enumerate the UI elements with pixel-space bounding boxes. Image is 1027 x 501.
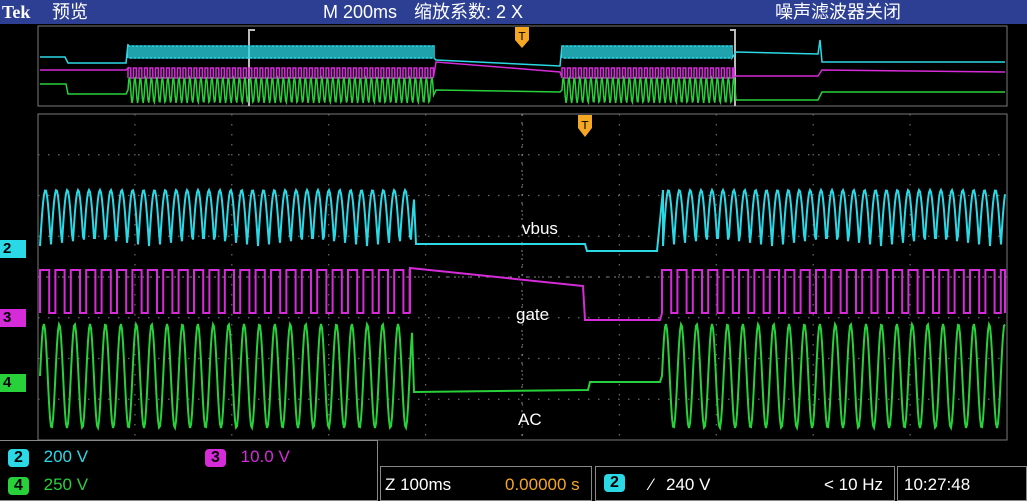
trigger-slope-icon: ⁄ (650, 475, 653, 494)
channel-4-marker[interactable]: 4 (0, 374, 26, 392)
channel-3-scale[interactable]: 3 10.0 V (205, 447, 290, 467)
clock-readout: 10:27:48 (904, 475, 971, 494)
trigger-source-chip: 2 (604, 474, 625, 492)
channel-4-scale[interactable]: 4 250 V (8, 475, 88, 495)
trigger-level-readout: 240 V (666, 475, 711, 494)
vbus-label: vbus (522, 219, 558, 238)
channel-2-marker[interactable]: 2 (0, 240, 26, 258)
trigger-marker-overview: T (515, 27, 529, 48)
clock-panel: 10:27:48 (897, 466, 1027, 501)
zoom-time-readout: Z 100ms (385, 475, 452, 494)
overview-waveforms (40, 39, 1006, 106)
trigger-panel[interactable]: 2 ⁄ 240 V < 10 Hz (595, 466, 895, 501)
channel-2-scale[interactable]: 2 200 V (8, 447, 88, 467)
gate-label: gate (516, 305, 550, 324)
frequency-readout: < 10 Hz (824, 475, 884, 494)
svg-text:T: T (581, 119, 589, 132)
trigger-marker-main: T (578, 115, 592, 137)
delay-readout: 0.00000 s (505, 475, 580, 494)
svg-text:T: T (518, 30, 526, 43)
ac-overview-trace (40, 74, 1005, 106)
channel-scale-panel: 2 200 V 3 10.0 V 4 250 V (0, 440, 378, 501)
zoom-delay-panel[interactable]: Z 100ms 0.00000 s (380, 466, 592, 501)
channel-3-marker[interactable]: 3 (0, 309, 26, 327)
waveform-display: T T (37, 25, 1008, 441)
ac-label: AC (518, 410, 542, 429)
